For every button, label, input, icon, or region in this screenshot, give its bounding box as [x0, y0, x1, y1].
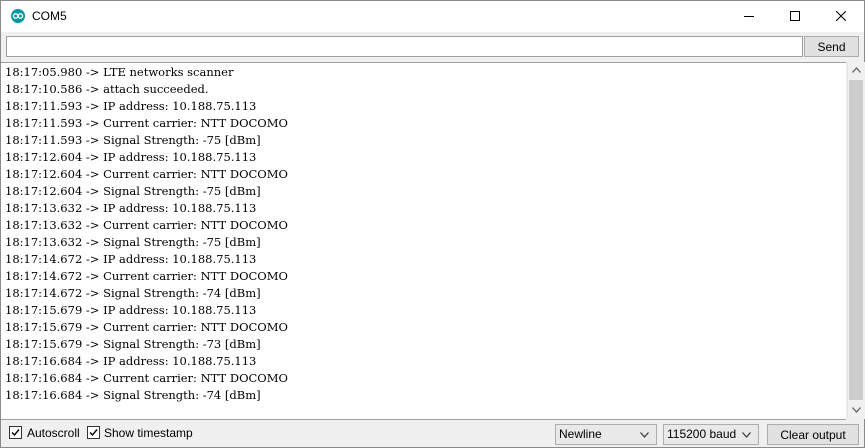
output-line: 18:17:12.604 -> Signal Strength: -75 [dB… — [5, 184, 261, 198]
output-line: 18:17:05.980 -> LTE networks scanner — [5, 65, 234, 79]
output-line: 18:17:15.679 -> Signal Strength: -73 [dB… — [5, 337, 261, 351]
serial-output[interactable]: 18:17:05.980 -> LTE networks scanner 18:1… — [1, 62, 846, 420]
autoscroll-checkbox[interactable] — [9, 426, 22, 439]
title-bar[interactable]: COM5 — [1, 1, 864, 32]
show-timestamp-label[interactable]: Show timestamp — [104, 426, 193, 440]
baud-rate-value: 115200 baud — [667, 427, 737, 441]
chevron-down-icon — [852, 407, 861, 413]
clear-output-button[interactable]: Clear output — [767, 424, 859, 445]
serial-monitor-window: COM5 Send 18:17:05.980 -> LTE networks s… — [0, 0, 865, 448]
send-button[interactable]: Send — [804, 36, 859, 57]
minimize-button[interactable] — [726, 1, 772, 32]
output-line: 18:17:16.684 -> IP address: 10.188.75.11… — [5, 354, 257, 368]
output-line: 18:17:10.586 -> attach succeeded. — [5, 82, 209, 96]
maximize-button[interactable] — [772, 1, 818, 32]
scroll-down-button[interactable] — [848, 402, 865, 419]
output-line: 18:17:14.672 -> Current carrier: NTT DOC… — [5, 269, 288, 283]
scroll-up-button[interactable] — [848, 62, 865, 79]
output-line: 18:17:14.672 -> Signal Strength: -74 [dB… — [5, 286, 261, 300]
output-line: 18:17:13.632 -> Signal Strength: -75 [dB… — [5, 235, 261, 249]
output-line: 18:17:11.593 -> Current carrier: NTT DOC… — [5, 116, 288, 130]
vertical-scrollbar[interactable] — [847, 62, 865, 419]
output-line: 18:17:12.604 -> IP address: 10.188.75.11… — [5, 150, 257, 164]
output-line: 18:17:14.672 -> IP address: 10.188.75.11… — [5, 252, 257, 266]
scroll-thumb[interactable] — [849, 80, 863, 400]
output-lines: 18:17:05.980 -> LTE networks scanner 18:1… — [5, 64, 288, 404]
close-icon — [836, 11, 846, 21]
show-timestamp-checkbox[interactable] — [87, 426, 100, 439]
maximize-icon — [790, 11, 800, 21]
checkmark-icon — [11, 429, 20, 437]
arduino-icon — [11, 9, 25, 23]
output-line: 18:17:12.604 -> Current carrier: NTT DOC… — [5, 167, 288, 181]
output-line: 18:17:11.593 -> IP address: 10.188.75.11… — [5, 99, 257, 113]
chevron-down-icon — [640, 432, 649, 438]
output-line: 18:17:15.679 -> Current carrier: NTT DOC… — [5, 320, 288, 334]
output-line: 18:17:16.684 -> Current carrier: NTT DOC… — [5, 371, 288, 385]
output-line: 18:17:11.593 -> Signal Strength: -75 [dB… — [5, 133, 261, 147]
chevron-up-icon — [852, 67, 861, 73]
close-button[interactable] — [818, 1, 864, 32]
baud-rate-select[interactable]: 115200 baud — [663, 424, 759, 445]
checkmark-icon — [89, 429, 98, 437]
output-line: 18:17:16.684 -> Signal Strength: -74 [dB… — [5, 388, 261, 402]
chevron-down-icon — [742, 432, 751, 438]
line-ending-select[interactable]: Newline — [555, 424, 657, 445]
output-line: 18:17:13.632 -> IP address: 10.188.75.11… — [5, 201, 257, 215]
minimize-icon — [744, 16, 754, 17]
output-line: 18:17:13.632 -> Current carrier: NTT DOC… — [5, 218, 288, 232]
line-ending-value: Newline — [559, 427, 602, 441]
output-line: 18:17:15.679 -> IP address: 10.188.75.11… — [5, 303, 257, 317]
send-input[interactable] — [6, 36, 803, 57]
autoscroll-label[interactable]: Autoscroll — [27, 426, 80, 440]
window-title: COM5 — [32, 9, 67, 23]
